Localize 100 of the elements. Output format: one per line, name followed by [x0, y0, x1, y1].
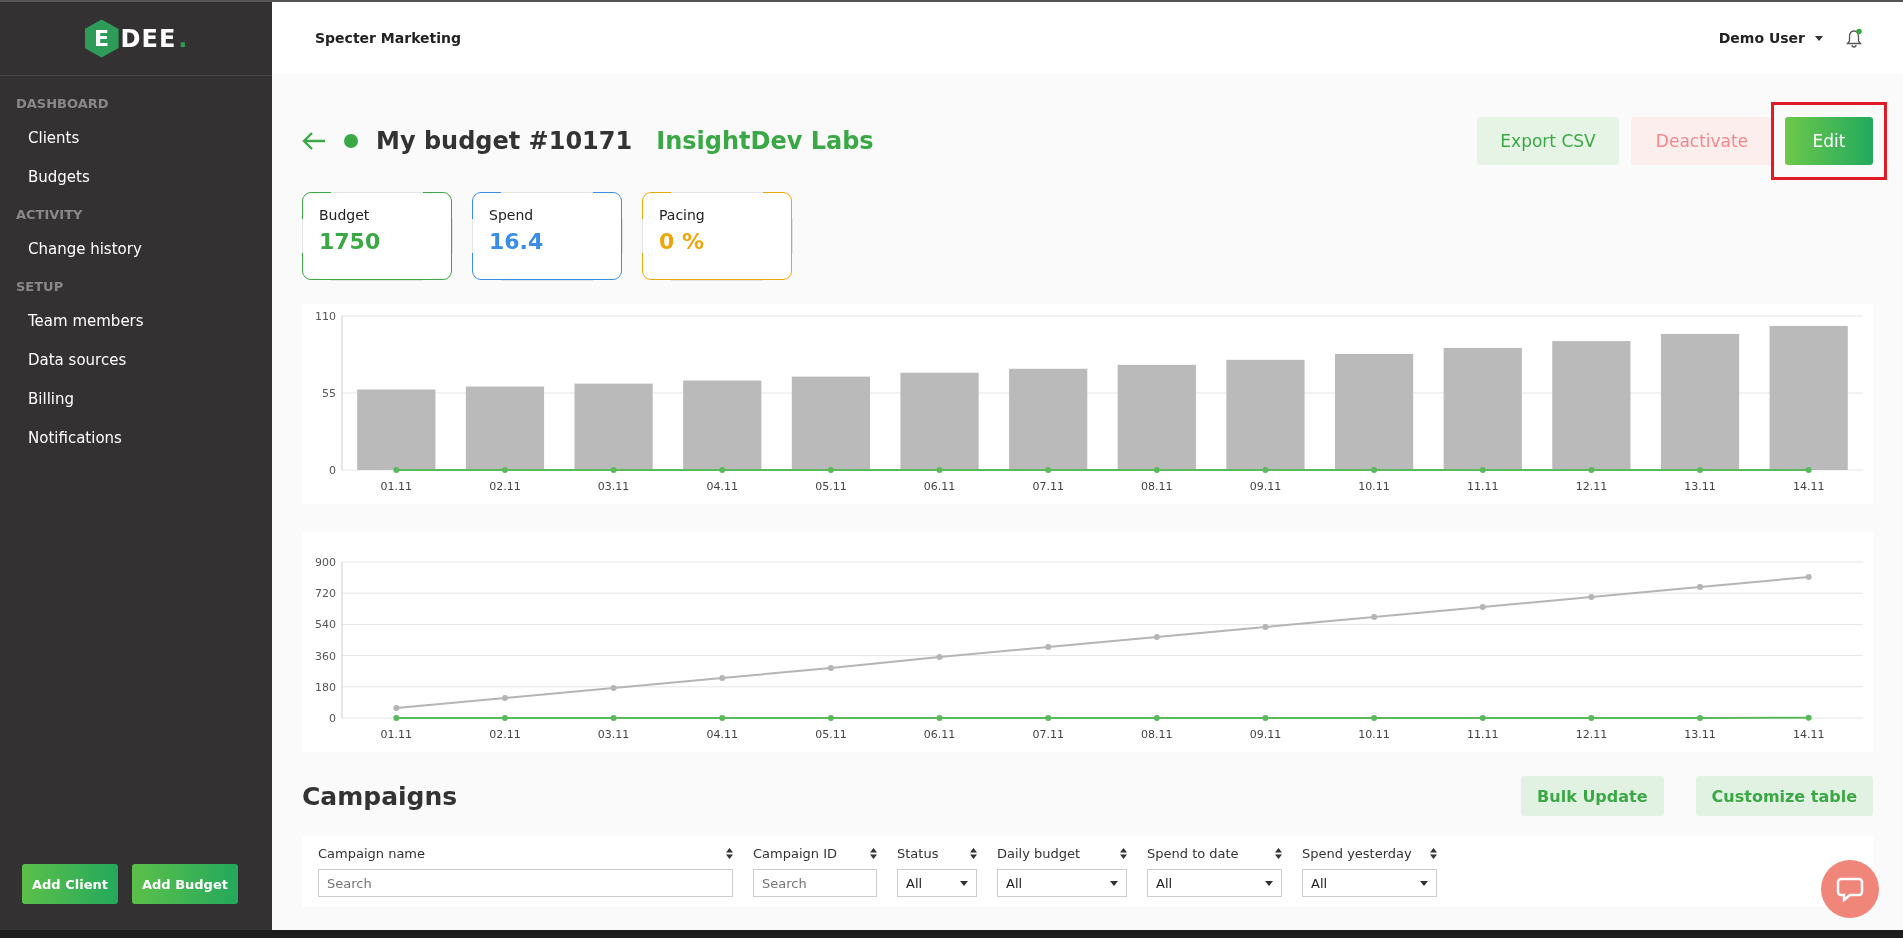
- back-arrow-icon[interactable]: [302, 131, 326, 151]
- column-header[interactable]: Spend to date: [1147, 846, 1239, 861]
- axis-label: 03.11: [597, 480, 630, 493]
- filter-dropdown[interactable]: All: [897, 869, 977, 897]
- filter-dropdown[interactable]: All: [1147, 869, 1282, 897]
- filter-dropdown[interactable]: All: [997, 869, 1127, 897]
- data-point: [719, 715, 726, 721]
- axis-label: 08.11: [1141, 728, 1173, 741]
- axis-label: 13.11: [1684, 480, 1716, 493]
- bell-icon[interactable]: [1845, 28, 1863, 48]
- data-point: [1805, 714, 1812, 721]
- data-point: [501, 695, 508, 702]
- data-point: [393, 467, 400, 473]
- sort-icon[interactable]: [1120, 848, 1127, 859]
- search-field[interactable]: Search: [318, 869, 733, 897]
- axis-label: 12.11: [1575, 480, 1608, 493]
- data-point: [393, 704, 400, 711]
- sort-icon[interactable]: [1430, 848, 1437, 859]
- data-point: [1045, 643, 1052, 650]
- column-header[interactable]: Status: [897, 846, 939, 861]
- column-header[interactable]: Spend yesterday: [1302, 846, 1412, 861]
- sidebar-item[interactable]: Billing: [0, 380, 272, 419]
- axis-label: 02.11: [489, 728, 521, 741]
- sidebar-item[interactable]: Change history: [0, 230, 272, 269]
- sort-icon[interactable]: [870, 848, 877, 859]
- column-header[interactable]: Campaign name: [318, 846, 426, 861]
- data-point: [827, 715, 834, 721]
- column-header[interactable]: Daily budget: [997, 846, 1081, 861]
- stat-label: Budget: [319, 207, 371, 223]
- caret-icon: [1815, 35, 1823, 41]
- logo-text: DEE: [120, 24, 177, 53]
- data-point: [1805, 467, 1812, 473]
- filter-dropdown[interactable]: All: [1302, 869, 1437, 897]
- axis-label: 0: [329, 464, 336, 477]
- data-point: [1153, 467, 1160, 473]
- data-point: [1262, 467, 1269, 473]
- axis-label: 11.11: [1467, 728, 1499, 741]
- sidebar-item[interactable]: Budgets: [0, 158, 272, 197]
- column-header[interactable]: Campaign ID: [753, 846, 837, 861]
- data-point: [936, 715, 943, 721]
- data-point: [610, 685, 617, 691]
- axis-label: 14.11: [1792, 728, 1825, 741]
- section-title: SETUP: [15, 278, 65, 296]
- sort-icon[interactable]: [970, 848, 977, 859]
- workspace-name: Specter Marketing: [315, 30, 462, 46]
- data-point: [1153, 634, 1160, 641]
- axis-label: 02.11: [489, 480, 521, 493]
- chat-icon: [1836, 876, 1864, 902]
- data-point: [501, 467, 508, 473]
- data-point: [610, 467, 617, 473]
- axis-label: 07.11: [1032, 480, 1064, 493]
- caret-icon: [1420, 880, 1428, 886]
- user-menu[interactable]: Demo User: [1718, 30, 1805, 46]
- data-point: [501, 715, 508, 721]
- logo-badge: E: [84, 19, 119, 58]
- data-point: [827, 467, 834, 473]
- data-point: [1697, 467, 1704, 473]
- data-point: [1371, 715, 1378, 721]
- axis-label: 110: [315, 310, 336, 323]
- sort-icon[interactable]: [1275, 848, 1282, 859]
- stat-value: 0 %: [659, 229, 705, 254]
- axis-label: 01.11: [380, 728, 413, 741]
- axis-label: 05.11: [815, 728, 847, 741]
- axis-label: 540: [315, 618, 336, 632]
- client-name: InsightDev Labs: [656, 127, 874, 155]
- caret-icon: [960, 880, 968, 886]
- page-title: My budget #10171: [376, 127, 633, 155]
- axis-label: 09.11: [1249, 480, 1282, 493]
- sidebar-item[interactable]: Data sources: [0, 341, 272, 380]
- sidebar-item[interactable]: Notifications: [0, 419, 272, 458]
- data-point: [1153, 715, 1160, 721]
- axis-label: 07.11: [1032, 728, 1064, 741]
- data-point: [719, 674, 726, 681]
- axis-label: 13.11: [1684, 728, 1716, 741]
- stat-value: 1750: [319, 229, 382, 254]
- data-point: [1588, 467, 1595, 473]
- data-point: [936, 467, 943, 473]
- data-point: [1697, 583, 1704, 590]
- data-point: [1479, 715, 1486, 721]
- data-point: [1371, 467, 1378, 473]
- data-point: [1045, 715, 1052, 721]
- axis-label: 09.11: [1249, 728, 1282, 741]
- sidebar-item[interactable]: Clients: [0, 119, 272, 158]
- sidebar-item[interactable]: Team members: [0, 302, 272, 341]
- axis-label: 180: [315, 680, 336, 694]
- data-point: [1371, 613, 1378, 620]
- axis-label: 03.11: [597, 728, 630, 741]
- axis-label: 11.11: [1467, 480, 1499, 493]
- search-field[interactable]: Search: [753, 869, 877, 897]
- stat-value: 16.4: [489, 229, 545, 254]
- data-point: [1479, 467, 1486, 473]
- sort-icon[interactable]: [726, 848, 733, 859]
- axis-label: 55: [322, 387, 336, 400]
- axis-label: 04.11: [706, 480, 738, 493]
- data-point: [1262, 624, 1269, 630]
- logo-dot: .: [178, 24, 188, 53]
- axis-label: 0: [329, 712, 336, 725]
- section-heading: Campaigns: [302, 781, 458, 811]
- stat-label: Spend: [489, 207, 535, 223]
- stat-label: Pacing: [659, 207, 706, 223]
